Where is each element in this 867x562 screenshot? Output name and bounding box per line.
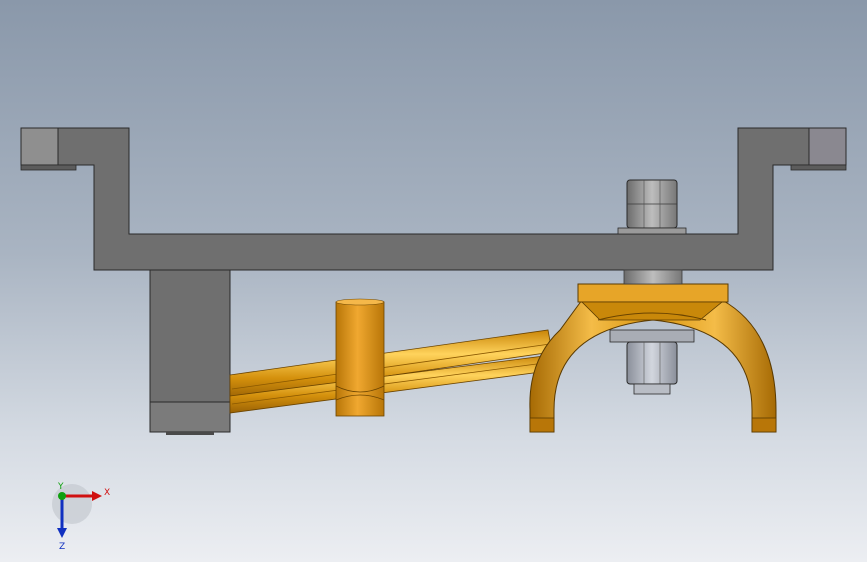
reference-triad: X Z Y <box>52 482 110 552</box>
hex-nut-bottom[interactable] <box>609 329 695 395</box>
hex-nut-top[interactable] <box>617 179 687 235</box>
y-axis-label: Y <box>57 482 64 492</box>
cad-model-view[interactable] <box>0 0 867 562</box>
support-block[interactable] <box>149 269 231 435</box>
rod-pin[interactable] <box>335 298 385 417</box>
z-axis-label: Z <box>59 542 65 552</box>
shift-rod[interactable] <box>229 329 557 414</box>
spacer-washer[interactable] <box>623 269 683 285</box>
graphics-viewport[interactable]: X Z Y <box>0 0 867 562</box>
x-axis-label: X <box>104 488 110 498</box>
mounting-bracket[interactable] <box>20 127 847 271</box>
